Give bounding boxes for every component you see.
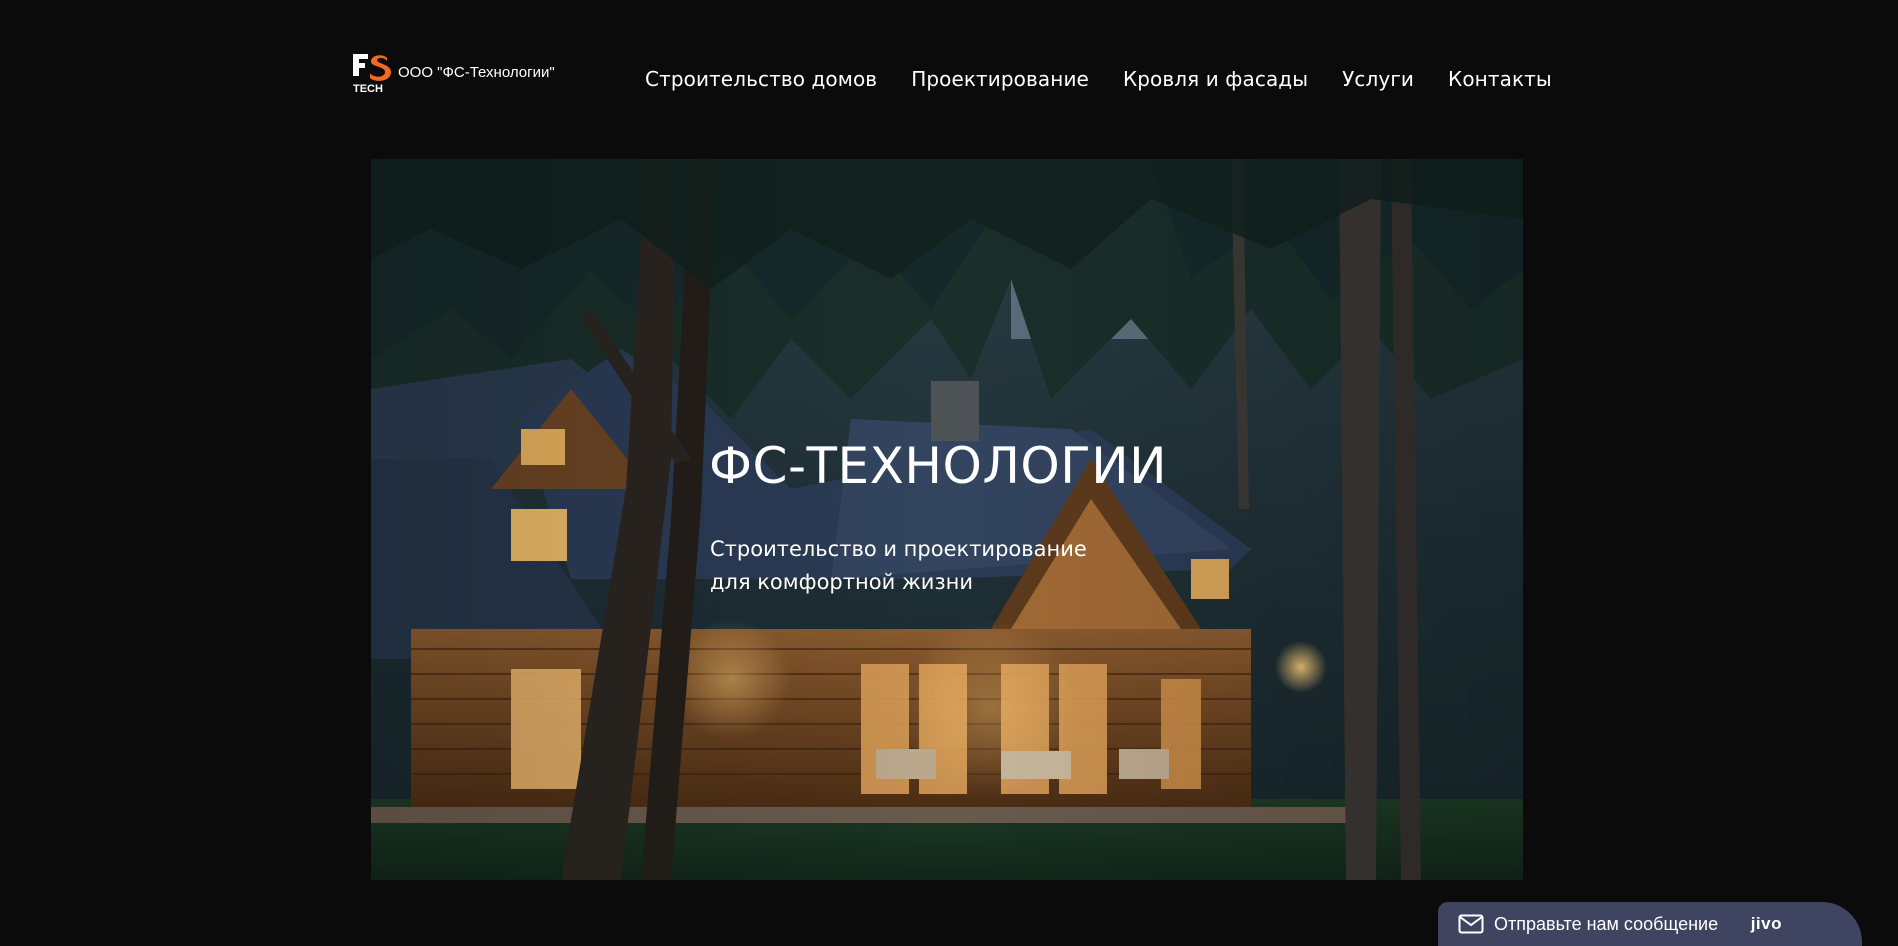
jivo-logo: jivo: [1750, 914, 1782, 933]
fs-tech-logo-icon: TECH: [352, 52, 394, 94]
hero-title: ФС-ТЕХНОЛОГИИ: [709, 437, 1168, 495]
hero-overlay: [371, 159, 1523, 880]
nav-item-design[interactable]: Проектирование: [911, 67, 1089, 91]
chat-widget-button[interactable]: Отправьте нам сообщение jivo: [1438, 902, 1862, 946]
company-name: ООО "ФС-Технологии": [398, 64, 555, 81]
chat-widget-label: Отправьте нам сообщение: [1494, 913, 1719, 934]
hero-banner: ФС-ТЕХНОЛОГИИ Строительство и проектиров…: [371, 159, 1523, 880]
nav-item-services[interactable]: Услуги: [1342, 67, 1414, 91]
nav-item-house-construction[interactable]: Строительство домов: [645, 67, 877, 91]
page: TECH ООО "ФС-Технологии" Строительство д…: [0, 0, 1898, 946]
company-logo[interactable]: TECH ООО "ФС-Технологии": [352, 52, 555, 94]
hero-subtitle: Строительство и проектирование для комфо…: [710, 533, 1087, 599]
envelope-icon: [1458, 914, 1484, 934]
nav-item-roofing-facades[interactable]: Кровля и фасады: [1123, 67, 1308, 91]
hero-subtitle-line-1: Строительство и проектирование: [710, 537, 1087, 561]
hero-subtitle-line-2: для комфортной жизни: [710, 570, 974, 594]
nav-item-contacts[interactable]: Контакты: [1448, 67, 1552, 91]
logo-tech-text: TECH: [353, 83, 383, 94]
main-nav: Строительство домов Проектирование Кровл…: [645, 64, 1552, 94]
